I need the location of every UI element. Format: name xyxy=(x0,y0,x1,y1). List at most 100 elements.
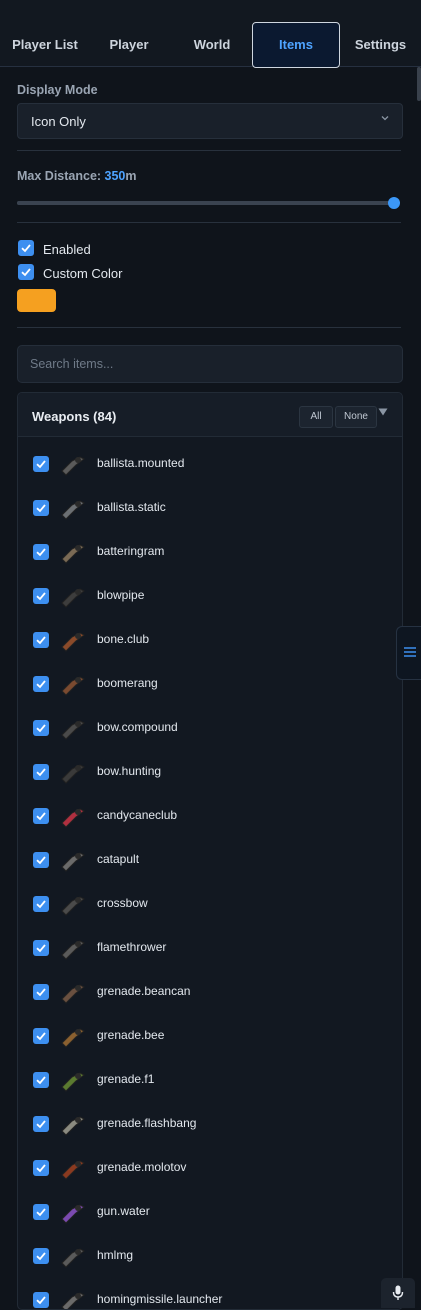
item-row[interactable]: candycaneclub xyxy=(18,794,402,838)
enabled-checkbox[interactable] xyxy=(18,240,34,256)
search-input[interactable]: Search items... xyxy=(17,345,403,383)
item-row[interactable]: grenade.flashbang xyxy=(18,1102,402,1146)
item-checkbox[interactable] xyxy=(33,1292,49,1308)
rifle-icon xyxy=(58,1241,88,1271)
item-checkbox[interactable] xyxy=(33,1248,49,1264)
item-row[interactable]: bow.hunting xyxy=(18,750,402,794)
max-distance-slider[interactable] xyxy=(17,197,400,209)
item-name: hmlmg xyxy=(97,1248,134,1262)
search-placeholder: Search items... xyxy=(30,357,114,371)
item-name: homingmissile.launcher xyxy=(97,1292,223,1306)
tab-player-list[interactable]: Player List xyxy=(0,22,90,68)
checkmark-icon xyxy=(36,1208,46,1217)
tab-items[interactable]: Items xyxy=(252,22,340,68)
item-row[interactable]: ballista.mounted xyxy=(18,442,402,486)
club-icon xyxy=(58,625,88,655)
checkmark-icon xyxy=(36,1164,46,1173)
item-name: gun.water xyxy=(97,1204,150,1218)
tab-settings[interactable]: Settings xyxy=(340,22,421,68)
item-row[interactable]: boomerang xyxy=(18,662,402,706)
catapult-icon xyxy=(58,845,88,875)
launcher-icon xyxy=(58,1285,88,1309)
microphone-icon xyxy=(392,1285,404,1300)
category-header[interactable]: Weapons (84) All None xyxy=(18,393,402,437)
checkmark-icon xyxy=(36,944,46,953)
mic-button[interactable] xyxy=(381,1278,415,1308)
item-checkbox[interactable] xyxy=(33,940,49,956)
item-name: crossbow xyxy=(97,896,148,910)
item-row[interactable]: grenade.bee xyxy=(18,1014,402,1058)
bow-icon xyxy=(58,757,88,787)
item-row[interactable]: ballista.static xyxy=(18,486,402,530)
can-icon xyxy=(58,1109,88,1139)
item-checkbox[interactable] xyxy=(33,1204,49,1220)
tab-bar: Player List Player World Items Settings xyxy=(0,0,421,68)
item-checkbox[interactable] xyxy=(33,544,49,560)
item-name: grenade.beancan xyxy=(97,984,191,998)
item-name: batteringram xyxy=(97,544,165,558)
item-checkbox[interactable] xyxy=(33,632,49,648)
item-row[interactable]: hmlmg xyxy=(18,1234,402,1278)
item-row[interactable]: grenade.molotov xyxy=(18,1146,402,1190)
flamethrower-icon xyxy=(58,933,88,963)
custom-color-label: Custom Color xyxy=(43,266,123,281)
item-row[interactable]: homingmissile.launcher xyxy=(18,1278,402,1309)
can-icon xyxy=(58,977,88,1007)
item-row[interactable]: batteringram xyxy=(18,530,402,574)
item-name: grenade.flashbang xyxy=(97,1116,197,1130)
display-mode-select[interactable]: Icon Only xyxy=(17,103,403,139)
checkmark-icon xyxy=(36,1252,46,1261)
side-menu-toggle[interactable] xyxy=(396,626,421,680)
item-row[interactable]: crossbow xyxy=(18,882,402,926)
item-name: ballista.static xyxy=(97,500,166,514)
item-row[interactable]: grenade.beancan xyxy=(18,970,402,1014)
item-checkbox[interactable] xyxy=(33,1116,49,1132)
item-name: boomerang xyxy=(97,676,158,690)
item-checkbox[interactable] xyxy=(33,1028,49,1044)
checkmark-icon xyxy=(36,724,46,733)
collapse-triangle-icon[interactable] xyxy=(378,408,388,419)
can-icon xyxy=(58,1021,88,1051)
item-name: grenade.bee xyxy=(97,1028,165,1042)
checkmark-icon xyxy=(36,1120,46,1129)
item-row[interactable]: grenade.f1 xyxy=(18,1058,402,1102)
bow-icon xyxy=(58,713,88,743)
item-row[interactable]: gun.water xyxy=(18,1190,402,1234)
slider-thumb[interactable] xyxy=(388,197,400,209)
item-row[interactable]: catapult xyxy=(18,838,402,882)
checkmark-icon xyxy=(36,592,46,601)
tab-player[interactable]: Player xyxy=(90,22,168,68)
tab-world[interactable]: World xyxy=(170,22,254,68)
divider xyxy=(17,222,401,223)
custom-color-checkbox[interactable] xyxy=(18,264,34,280)
item-checkbox[interactable] xyxy=(33,456,49,472)
item-row[interactable]: blowpipe xyxy=(18,574,402,618)
display-mode-label: Display Mode xyxy=(17,83,98,97)
max-distance-label: Max Distance: 350m xyxy=(17,169,137,183)
item-checkbox[interactable] xyxy=(33,1072,49,1088)
item-checkbox[interactable] xyxy=(33,588,49,604)
item-checkbox[interactable] xyxy=(33,896,49,912)
item-row[interactable]: bone.club xyxy=(18,618,402,662)
item-row[interactable]: flamethrower xyxy=(18,926,402,970)
item-category-list: Weapons (84) All None ballista.mounted ba… xyxy=(17,392,403,1310)
item-checkbox[interactable] xyxy=(33,984,49,1000)
select-none-button[interactable]: None xyxy=(335,406,377,428)
checkmark-icon xyxy=(36,812,46,821)
item-name: ballista.mounted xyxy=(97,456,185,470)
checkmark-icon xyxy=(36,548,46,557)
category-title: Weapons (84) xyxy=(32,409,117,424)
item-checkbox[interactable] xyxy=(33,500,49,516)
item-checkbox[interactable] xyxy=(33,1160,49,1176)
item-checkbox[interactable] xyxy=(33,852,49,868)
item-checkbox[interactable] xyxy=(33,720,49,736)
item-checkbox[interactable] xyxy=(33,676,49,692)
item-checkbox[interactable] xyxy=(33,764,49,780)
pipe-icon xyxy=(58,581,88,611)
item-row[interactable]: bow.compound xyxy=(18,706,402,750)
select-all-button[interactable]: All xyxy=(299,406,333,428)
color-swatch[interactable] xyxy=(17,289,56,312)
item-checkbox[interactable] xyxy=(33,808,49,824)
panel-scrollbar[interactable] xyxy=(417,67,421,101)
ballista-icon xyxy=(58,449,88,479)
